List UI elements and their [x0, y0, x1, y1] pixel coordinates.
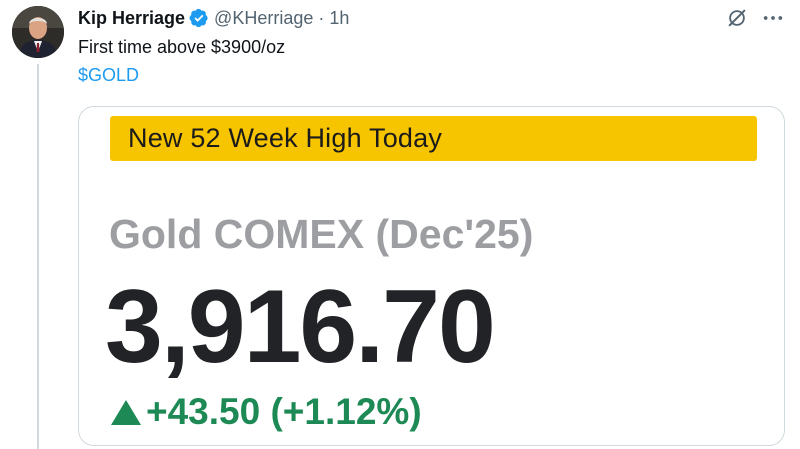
up-arrow-icon	[111, 400, 141, 425]
price-change: +43.50 (+1.12%)	[110, 391, 422, 433]
grok-icon[interactable]	[726, 7, 748, 29]
avatar[interactable]	[12, 6, 64, 58]
price-value: 3,916.70	[105, 269, 496, 385]
thread-connector-line	[37, 64, 39, 449]
separator-dot: ·	[318, 7, 325, 28]
price-change-value: +43.50 (+1.12%)	[146, 391, 422, 432]
quote-card[interactable]: New 52 Week High Today Gold COMEX (Dec'2…	[78, 106, 785, 446]
author-handle[interactable]: @KHerriage	[214, 8, 313, 29]
instrument-name: Gold COMEX (Dec'25)	[109, 211, 534, 257]
more-icon[interactable]	[762, 8, 784, 28]
timestamp[interactable]: 1h	[329, 8, 349, 29]
author-name[interactable]: Kip Herriage	[78, 8, 185, 29]
tweet-header: Kip Herriage @KHerriage · 1h	[78, 6, 349, 30]
avatar-photo	[12, 6, 64, 58]
tweet-text: First time above $3900/oz	[78, 37, 286, 57]
verified-badge-icon[interactable]	[189, 8, 209, 28]
high-banner: New 52 Week High Today	[110, 116, 757, 161]
cashtag-link[interactable]: $GOLD	[78, 65, 139, 86]
